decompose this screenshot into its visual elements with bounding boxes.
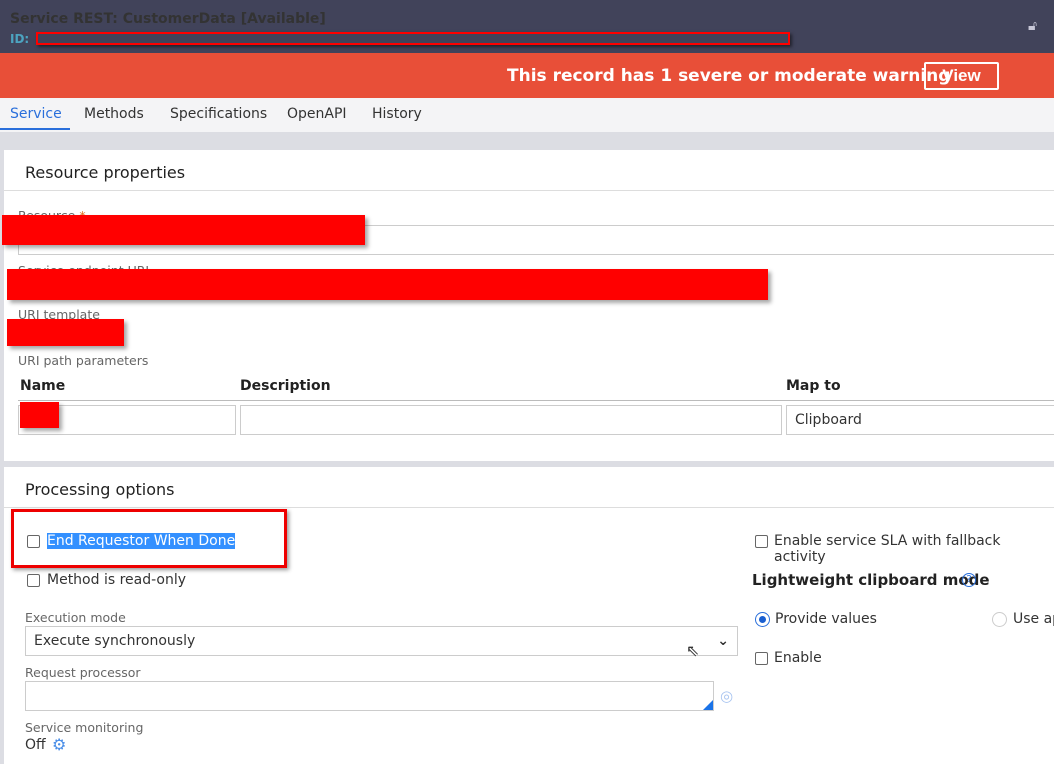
end-requestor-checkbox[interactable] (27, 535, 40, 548)
help-icon[interactable]: ? (962, 573, 976, 587)
map-to-select[interactable]: Clipboard (786, 405, 1054, 435)
read-only-checkbox[interactable] (27, 574, 40, 587)
resource-properties-panel: Resource properties Resource * Service e… (4, 150, 1054, 461)
tab-methods[interactable]: Methods (84, 106, 144, 122)
record-title: Service REST: CustomerData [Available] (10, 11, 326, 27)
redaction-box (20, 402, 59, 428)
request-processor-input[interactable] (25, 681, 714, 711)
tab-bar: Service Methods Specifications OpenAPI H… (0, 98, 1054, 132)
divider (4, 507, 1054, 508)
section-title: Processing options (25, 480, 175, 499)
execution-mode-value: Execute synchronously (34, 633, 196, 649)
radio-dot (759, 616, 766, 623)
use-ap-radio[interactable] (992, 612, 1007, 627)
lightweight-title: Lightweight clipboard mode (752, 571, 990, 589)
title-text: Service REST: CustomerData (10, 11, 236, 27)
execution-mode-select[interactable]: Execute synchronously ⌄ (25, 626, 738, 656)
service-monitoring-label: Service monitoring (25, 720, 144, 735)
active-tab-indicator (0, 128, 70, 130)
tab-history[interactable]: History (372, 106, 422, 122)
section-title: Resource properties (25, 163, 186, 182)
gear-icon[interactable]: ⚙ (52, 735, 66, 754)
id-label: ID: (10, 32, 30, 46)
request-processor-label: Request processor (25, 665, 141, 680)
sla-label: Enable service SLA with fallback activit… (774, 533, 1001, 565)
uri-params-label: URI path parameters (18, 353, 149, 368)
warning-text: This record has 1 severe or moderate war… (507, 66, 951, 86)
mouse-cursor-icon: ⇖ (686, 641, 700, 660)
redaction-box (7, 319, 124, 346)
read-only-label: Method is read-only (47, 572, 187, 588)
end-requestor-label: End Requestor When Done (47, 533, 236, 549)
chevron-down-icon: ⌄ (717, 633, 729, 649)
divider (4, 190, 1054, 191)
param-description-input[interactable] (240, 405, 782, 435)
lock-icon[interactable]: 🔓︎ (1028, 18, 1037, 34)
sla-checkbox[interactable] (755, 535, 768, 548)
autocomplete-corner-icon (703, 700, 713, 710)
redaction-box (2, 215, 365, 245)
gear-icon[interactable]: ◎ (720, 687, 733, 705)
table-header-divider (18, 400, 1054, 401)
redacted-id (36, 32, 790, 45)
provide-values-radio[interactable] (755, 612, 770, 627)
col-description: Description (240, 378, 331, 394)
provide-values-label: Provide values (775, 611, 877, 627)
enable-checkbox[interactable] (755, 652, 768, 665)
status-badge: [Available] (240, 11, 326, 27)
redaction-box (7, 269, 768, 300)
tab-service[interactable]: Service (10, 106, 62, 122)
view-button[interactable]: View (924, 62, 999, 90)
execution-mode-label: Execution mode (25, 610, 126, 625)
tab-specifications[interactable]: Specifications (170, 106, 267, 122)
tab-openapi[interactable]: OpenAPI (287, 106, 347, 122)
service-monitoring-value: Off (25, 737, 46, 753)
enable-label: Enable (774, 650, 822, 666)
use-ap-label: Use ap (1013, 611, 1054, 627)
col-map-to: Map to (786, 378, 841, 394)
col-name: Name (20, 378, 66, 394)
